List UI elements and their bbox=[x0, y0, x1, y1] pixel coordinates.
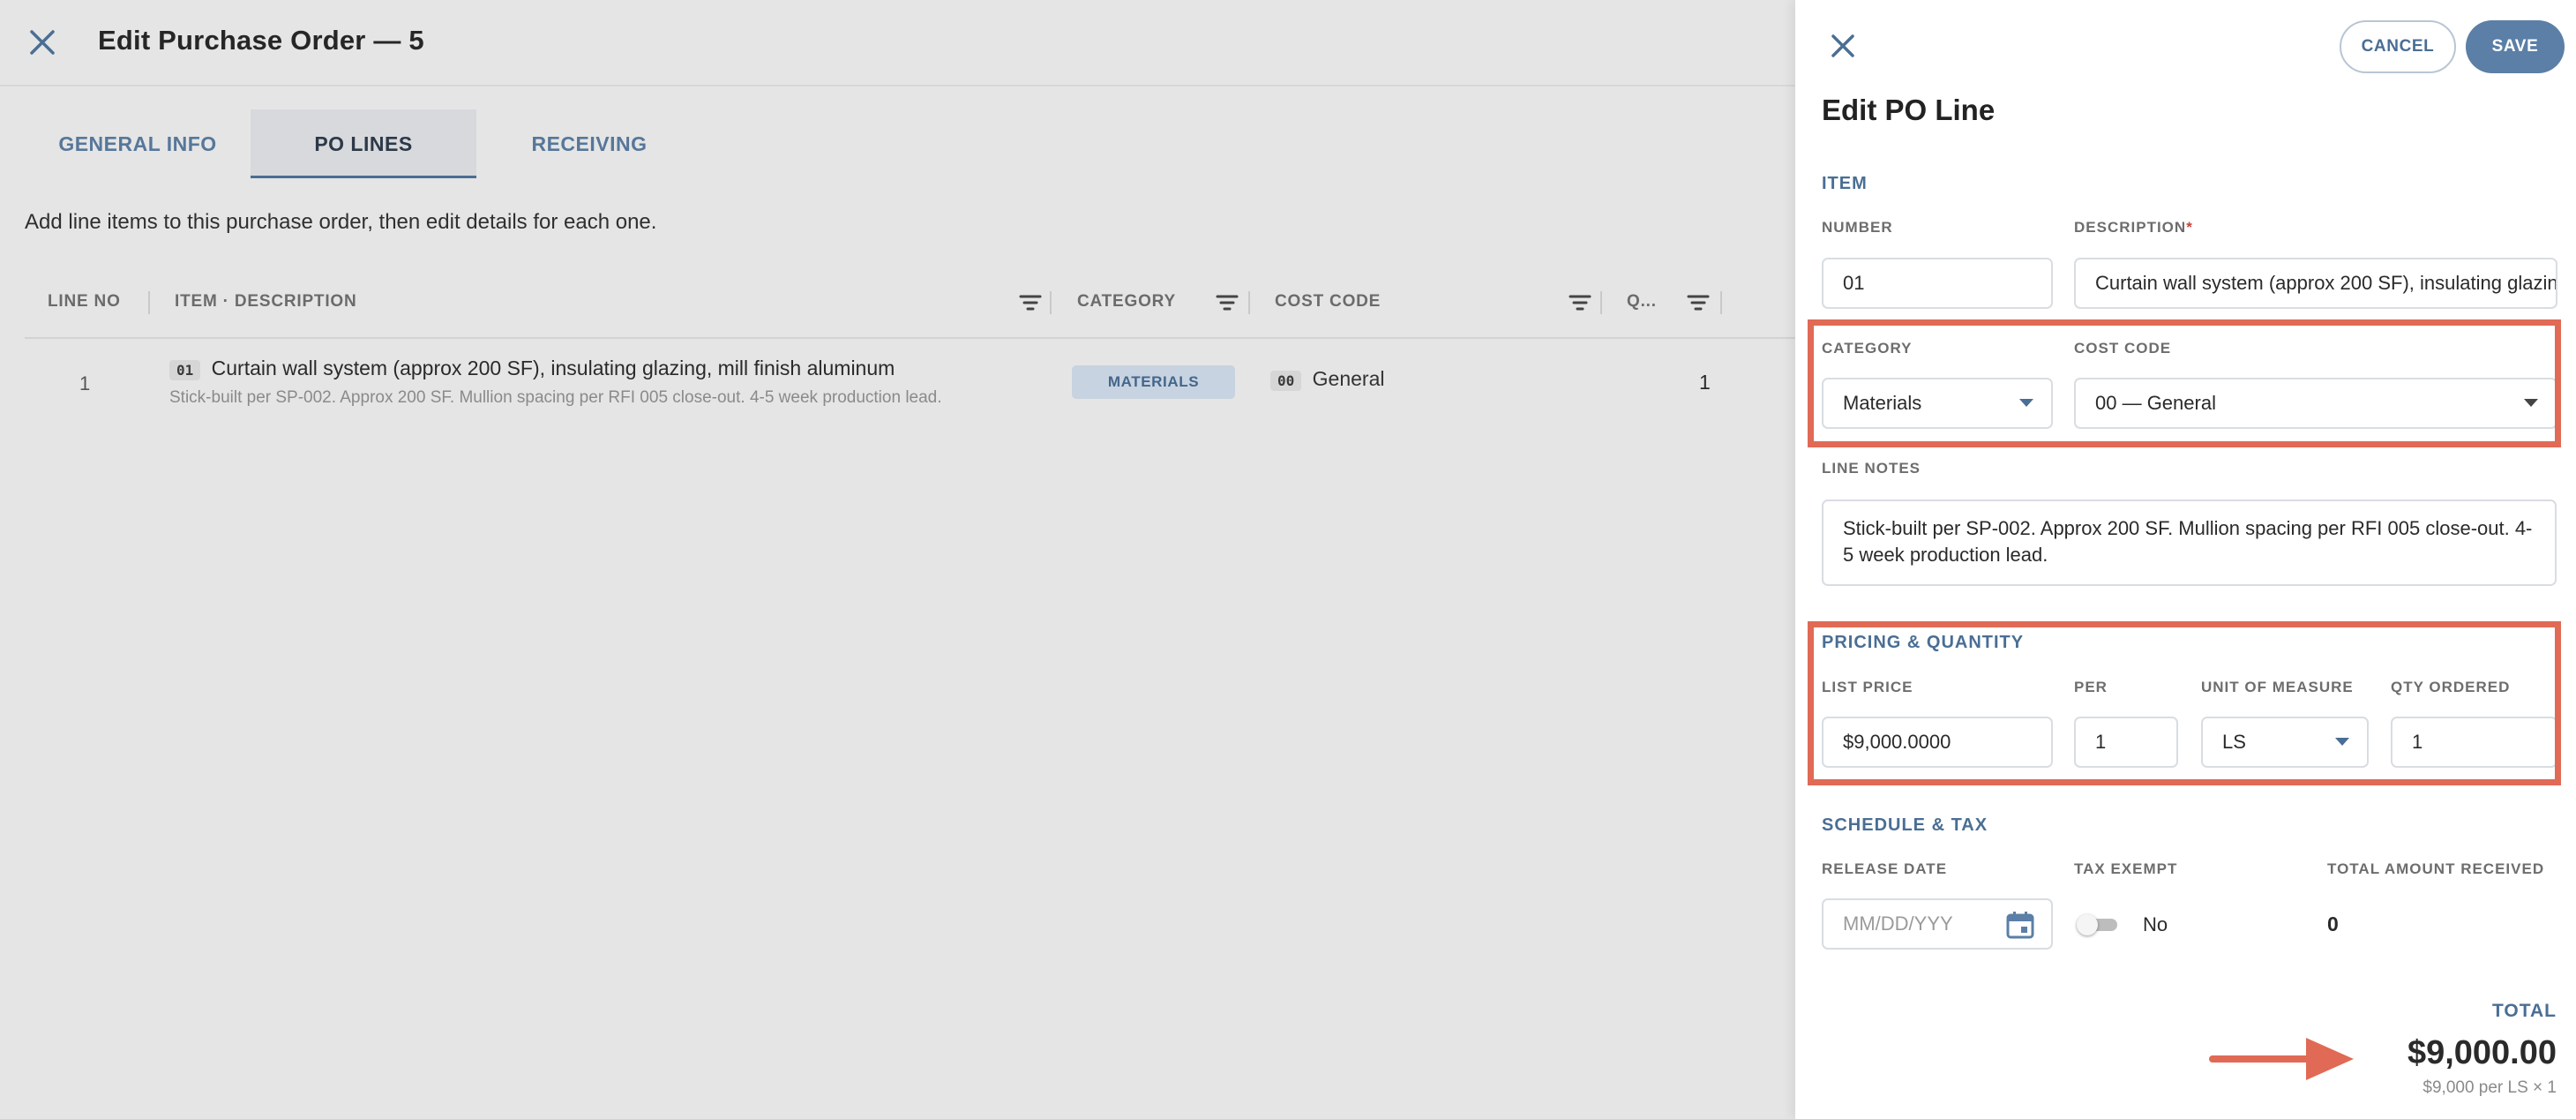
list-price-field[interactable]: $9,000.0000 bbox=[1822, 717, 2053, 768]
column-divider bbox=[1720, 291, 1722, 314]
edit-po-line-drawer: CANCEL SAVE Edit PO Line ITEM NUMBER 01 … bbox=[1795, 0, 2576, 1119]
section-pricing-quantity: PRICING & QUANTITY bbox=[1822, 633, 2025, 652]
line-notes-field[interactable]: Stick-built per SP-002. Approx 200 SF. M… bbox=[1822, 499, 2557, 586]
per-field[interactable]: 1 bbox=[2074, 717, 2178, 768]
description-label-text: DESCRIPTION bbox=[2074, 219, 2187, 236]
release-date-field[interactable] bbox=[1822, 898, 2053, 950]
column-divider bbox=[1050, 291, 1052, 314]
total-label: TOTAL bbox=[2491, 1001, 2557, 1021]
section-item: ITEM bbox=[1822, 174, 1868, 193]
item-code-chip: 01 bbox=[169, 360, 201, 380]
save-button[interactable]: SAVE bbox=[2466, 20, 2565, 73]
cost-code-label: COST CODE bbox=[2074, 340, 2172, 357]
release-date-label: RELEASE DATE bbox=[1822, 860, 1948, 877]
column-cost-code[interactable]: COST CODE bbox=[1275, 281, 1381, 339]
number-field[interactable]: 01 bbox=[1822, 258, 2053, 309]
item-note: Stick-built per SP-002. Approx 200 SF. M… bbox=[169, 388, 942, 407]
section-schedule-tax: SCHEDULE & TAX bbox=[1822, 815, 1988, 835]
category-value: Materials bbox=[1843, 392, 1922, 414]
column-item-description[interactable]: ITEM · DESCRIPTION bbox=[175, 281, 357, 339]
per-label: PER bbox=[2074, 679, 2108, 695]
qty-cell: 1 bbox=[1699, 371, 1711, 394]
column-divider bbox=[1600, 291, 1602, 314]
hint-text: Add line items to this purchase order, t… bbox=[25, 210, 657, 234]
column-divider bbox=[1248, 291, 1250, 314]
release-date-input[interactable] bbox=[1843, 900, 1998, 948]
qty-ordered-field[interactable]: 1 bbox=[2391, 717, 2557, 768]
drawer-title: Edit PO Line bbox=[1822, 94, 1996, 126]
number-label: NUMBER bbox=[1822, 219, 1893, 236]
per-value: 1 bbox=[2095, 731, 2107, 753]
column-line-no[interactable]: LINE NO bbox=[48, 281, 121, 339]
tab-po-lines[interactable]: PO LINES bbox=[251, 109, 476, 178]
item-title: 01 Curtain wall system (approx 200 SF), … bbox=[169, 357, 895, 380]
cost-code-select[interactable]: 00 — General bbox=[2074, 378, 2557, 429]
item-name: Curtain wall system (approx 200 SF), ins… bbox=[211, 357, 895, 379]
filter-icon[interactable] bbox=[1567, 289, 1593, 316]
filter-icon[interactable] bbox=[1685, 289, 1711, 316]
filter-icon[interactable] bbox=[1214, 289, 1240, 316]
close-icon[interactable] bbox=[1827, 30, 1859, 62]
arrow-icon bbox=[2209, 1038, 2354, 1080]
cost-code-value: 00 — General bbox=[2095, 392, 2216, 414]
tax-exempt-toggle[interactable] bbox=[2077, 914, 2119, 935]
required-marker: * bbox=[2186, 219, 2193, 236]
uom-value: LS bbox=[2222, 731, 2246, 753]
tab-bar: GENERAL INFO PO LINES RECEIVING bbox=[0, 109, 1795, 178]
tab-general-info[interactable]: GENERAL INFO bbox=[25, 109, 251, 178]
description-value: Curtain wall system (approx 200 SF), ins… bbox=[2095, 272, 2557, 294]
column-category[interactable]: CATEGORY bbox=[1077, 281, 1176, 339]
number-value: 01 bbox=[1843, 272, 1865, 294]
grid-header: LINE NO ITEM · DESCRIPTION CATEGORY COST… bbox=[25, 281, 1795, 339]
list-price-label: LIST PRICE bbox=[1822, 679, 1913, 695]
total-breakdown: $9,000 per LS × 1 bbox=[2422, 1078, 2557, 1097]
cancel-button[interactable]: CANCEL bbox=[2340, 20, 2456, 73]
qty-ordered-label: QTY ORDERED bbox=[2391, 679, 2511, 695]
column-divider bbox=[148, 291, 150, 314]
uom-label: UNIT OF MEASURE bbox=[2201, 679, 2354, 695]
page-title: Edit Purchase Order — 5 bbox=[98, 25, 424, 56]
tax-exempt-label: TAX EXEMPT bbox=[2074, 860, 2178, 877]
page-header: Edit Purchase Order — 5 bbox=[0, 0, 1795, 86]
chevron-down-icon bbox=[2335, 738, 2349, 746]
description-label: DESCRIPTION* bbox=[2074, 219, 2193, 237]
purchase-order-page: Edit Purchase Order — 5 GENERAL INFO PO … bbox=[0, 0, 1795, 1119]
list-price-value: $9,000.0000 bbox=[1843, 731, 1951, 753]
column-qty[interactable]: Q... bbox=[1627, 281, 1657, 339]
line-notes-label: LINE NOTES bbox=[1822, 460, 1921, 477]
cost-code-cell: 00 General bbox=[1270, 367, 1384, 391]
category-badge: MATERIALS bbox=[1072, 365, 1235, 399]
cost-code-name: General bbox=[1312, 367, 1385, 390]
filter-icon[interactable] bbox=[1017, 289, 1044, 316]
total-value: $9,000.00 bbox=[2407, 1034, 2557, 1071]
line-no: 1 bbox=[79, 372, 91, 394]
qty-ordered-value: 1 bbox=[2412, 731, 2423, 753]
category-select[interactable]: Materials bbox=[1822, 378, 2053, 429]
calendar-icon[interactable] bbox=[2005, 910, 2035, 940]
table-row[interactable]: 1 01 Curtain wall system (approx 200 SF)… bbox=[25, 341, 1795, 420]
tab-receiving[interactable]: RECEIVING bbox=[476, 109, 702, 178]
chevron-down-icon bbox=[2524, 399, 2538, 407]
uom-select[interactable]: LS bbox=[2201, 717, 2369, 768]
total-received-value: 0 bbox=[2327, 912, 2339, 935]
description-field[interactable]: Curtain wall system (approx 200 SF), ins… bbox=[2074, 258, 2557, 309]
tax-exempt-value: No bbox=[2143, 913, 2168, 935]
cost-code-chip: 00 bbox=[1270, 371, 1302, 391]
chevron-down-icon bbox=[2019, 399, 2033, 407]
total-received-label: TOTAL AMOUNT RECEIVED bbox=[2327, 860, 2545, 877]
close-icon[interactable] bbox=[25, 25, 60, 60]
toggle-knob bbox=[2077, 914, 2098, 935]
category-label: CATEGORY bbox=[1822, 340, 1913, 357]
